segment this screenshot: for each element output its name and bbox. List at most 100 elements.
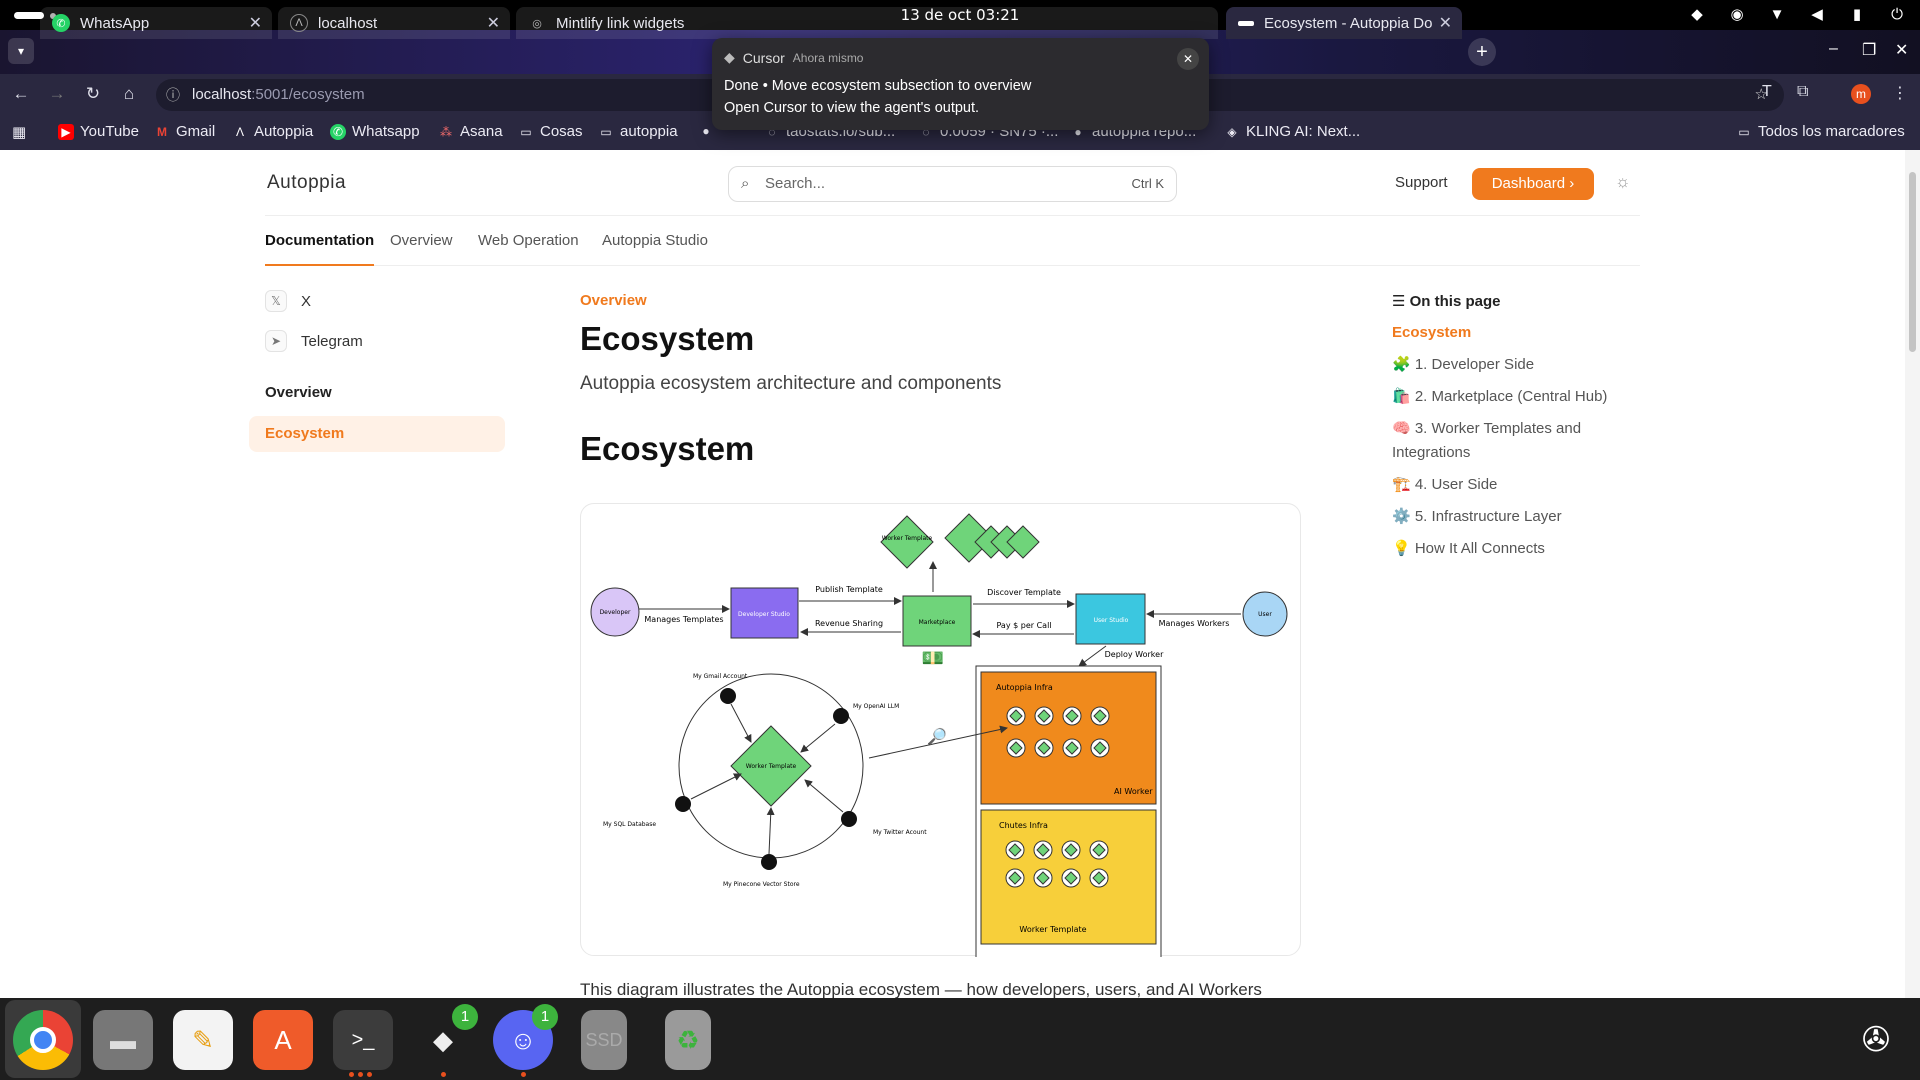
page-title: Ecosystem — [580, 320, 755, 357]
home-icon[interactable]: ⌂ — [118, 84, 140, 104]
volume-icon[interactable]: ◀ — [1808, 5, 1826, 23]
back-arrow-icon[interactable]: ← — [10, 84, 32, 104]
chrome-icon[interactable] — [13, 1010, 73, 1070]
close-icon[interactable]: ✕ — [487, 13, 500, 33]
notification-time: Ahora mismo — [792, 50, 864, 65]
close-window-icon[interactable]: ✕ — [1895, 40, 1908, 60]
profile-avatar[interactable]: m — [1851, 84, 1871, 104]
bookmark-folder-cosas[interactable]: ▭ Cosas — [518, 123, 582, 140]
battery-icon[interactable]: ▮ — [1848, 5, 1866, 23]
dashboard-button[interactable]: Dashboard › — [1472, 168, 1594, 200]
all-bookmarks-folder[interactable]: ▭ Todos los marcadores — [1736, 123, 1904, 140]
tab-search-chevron-icon[interactable]: ▾ — [8, 38, 34, 64]
files-icon[interactable]: ▬ — [93, 1010, 153, 1070]
diagram-label: User — [1258, 611, 1272, 618]
bookmark-github[interactable]: ● — [698, 123, 714, 139]
close-icon[interactable]: ✕ — [1177, 48, 1199, 70]
support-link[interactable]: Support — [1395, 174, 1448, 191]
search-input[interactable]: ⌕ Search... Ctrl K — [728, 166, 1177, 202]
tab-overview[interactable]: Overview — [390, 232, 453, 249]
page-icon — [1238, 20, 1254, 26]
sidebar-link-x[interactable]: 𝕏X — [265, 290, 311, 312]
notification-header: ◆ Cursor Ahora mismo — [724, 49, 863, 66]
diagram-label: Revenue Sharing — [815, 619, 883, 628]
tab-localhost[interactable]: Λ localhost ✕ — [278, 7, 510, 39]
search-shortcut: Ctrl K — [1131, 176, 1165, 191]
toc-item[interactable]: ⚙️ 5. Infrastructure Layer — [1392, 505, 1562, 529]
bookmark-whatsapp[interactable]: ✆ Whatsapp — [330, 123, 420, 140]
bookmark-folder-autoppia[interactable]: ▭ autoppia — [598, 123, 677, 140]
kling-icon: ◈ — [1227, 124, 1237, 139]
toc-item[interactable]: 💡 How It All Connects — [1392, 537, 1545, 561]
ssd-icon[interactable]: SSD — [581, 1010, 627, 1070]
forward-arrow-icon[interactable]: → — [46, 84, 68, 104]
wifi-icon[interactable]: ▼ — [1768, 6, 1786, 23]
site-info-icon[interactable]: ⓘ — [166, 79, 180, 111]
close-icon[interactable]: ✕ — [249, 13, 262, 33]
asana-icon: ⁂ — [440, 124, 452, 139]
magnifier-icon: 🔎 — [927, 726, 947, 746]
trash-icon[interactable]: ♻ — [665, 1010, 711, 1070]
toc-item[interactable]: Ecosystem — [1392, 321, 1471, 345]
new-tab-button[interactable]: + — [1468, 38, 1496, 66]
minimize-icon[interactable]: – — [1829, 40, 1838, 58]
url-host: localhost — [192, 86, 252, 103]
diagram-label: Pay $ per Call — [996, 621, 1051, 630]
diagram-label: Deploy Worker — [1105, 650, 1164, 659]
diagram-label: Developer Studio — [738, 611, 790, 618]
bookmark-label: KLING AI: Next... — [1246, 123, 1361, 140]
power-icon[interactable]: ⏻ — [1888, 6, 1906, 23]
diagram-label: Manages Workers — [1159, 619, 1230, 628]
diagram-label: Publish Template — [815, 585, 883, 594]
reload-icon[interactable]: ↻ — [82, 84, 104, 104]
web-page: Autoppia ⌕ Search... Ctrl K Support Dash… — [0, 150, 1905, 998]
toc-item[interactable]: 🧩 1. Developer Side — [1392, 353, 1534, 377]
restore-icon[interactable]: ❐ — [1862, 40, 1876, 60]
bookmark-gmail[interactable]: M Gmail — [154, 123, 215, 140]
toc-item[interactable]: 🏗️ 4. User Side — [1392, 473, 1497, 497]
tab-web-operation[interactable]: Web Operation — [478, 232, 579, 249]
discord-icon[interactable]: ◉ — [1728, 5, 1746, 23]
tab-autoppia-studio[interactable]: Autoppia Studio — [602, 232, 708, 249]
toc-item[interactable]: 🧠 3. Worker Templates and Integrations — [1392, 417, 1622, 465]
app-center-icon[interactable]: A — [253, 1010, 313, 1070]
cursor-notification[interactable]: ◆ Cursor Ahora mismo Done • Move ecosyst… — [712, 38, 1209, 130]
sidebar-link-telegram[interactable]: ➤ Telegram — [265, 330, 363, 352]
apps-grid-icon[interactable]: ▦ — [12, 123, 26, 141]
diagram-label: Chutes Infra — [999, 821, 1048, 830]
theme-toggle-sun-icon[interactable]: ☼ — [1615, 172, 1631, 192]
section-heading: Ecosystem — [580, 430, 755, 467]
text-editor-icon[interactable]: ✎ — [173, 1010, 233, 1070]
list-icon: ☰ — [1392, 293, 1406, 310]
folder-icon: ▭ — [600, 124, 612, 139]
bookmark-label: Autoppia — [254, 123, 314, 140]
body-paragraph: This diagram illustrates the Autoppia ec… — [580, 980, 1262, 998]
menu-dots-icon[interactable]: ⋮ — [1892, 83, 1908, 103]
page-scrollbar[interactable] — [1905, 150, 1920, 998]
dropbox-icon[interactable]: ◆ — [1688, 5, 1706, 23]
close-icon[interactable]: ✕ — [1439, 13, 1452, 33]
bookmark-asana[interactable]: ⁂ Asana — [438, 123, 503, 140]
extension-t-icon[interactable]: T — [1762, 83, 1772, 101]
tab-mintlify[interactable]: ◎ Mintlify link widgets — [516, 7, 1218, 39]
show-apps-icon[interactable]: ✇ — [1846, 1010, 1906, 1070]
extensions-puzzle-icon[interactable]: ⧉ — [1797, 83, 1808, 101]
sidebar-item-ecosystem[interactable]: Ecosystem — [249, 416, 505, 452]
bookmark-kling[interactable]: ◈ KLING AI: Next... — [1224, 123, 1360, 140]
terminal-icon[interactable]: >_ — [333, 1010, 393, 1070]
breadcrumb[interactable]: Overview — [580, 292, 647, 309]
site-logo[interactable]: Autoppia — [267, 172, 346, 194]
tab-whatsapp[interactable]: ✆ WhatsApp ✕ — [40, 7, 272, 39]
bookmark-youtube[interactable]: ▶ YouTube — [58, 123, 139, 140]
bookmark-autoppia[interactable]: Λ Autoppia — [232, 123, 313, 140]
worker-template-stack: Worker Template — [880, 513, 1040, 569]
tab-ecosystem-active[interactable]: Ecosystem - Autoppia Do ✕ — [1226, 7, 1462, 39]
whatsapp-icon: ✆ — [330, 123, 346, 140]
toc-item[interactable]: 🛍️ 2. Marketplace (Central Hub) — [1392, 385, 1607, 409]
sidebar-link-label: X — [301, 292, 312, 310]
system-tray[interactable]: ◆ ◉ ▼ ◀ ▮ ⏻ — [1688, 5, 1906, 24]
diagram-label: Developer — [600, 609, 631, 616]
cursor-badge: 1 — [452, 1004, 478, 1030]
scrollbar-thumb[interactable] — [1909, 172, 1916, 352]
tab-documentation[interactable]: Documentation — [265, 232, 375, 266]
